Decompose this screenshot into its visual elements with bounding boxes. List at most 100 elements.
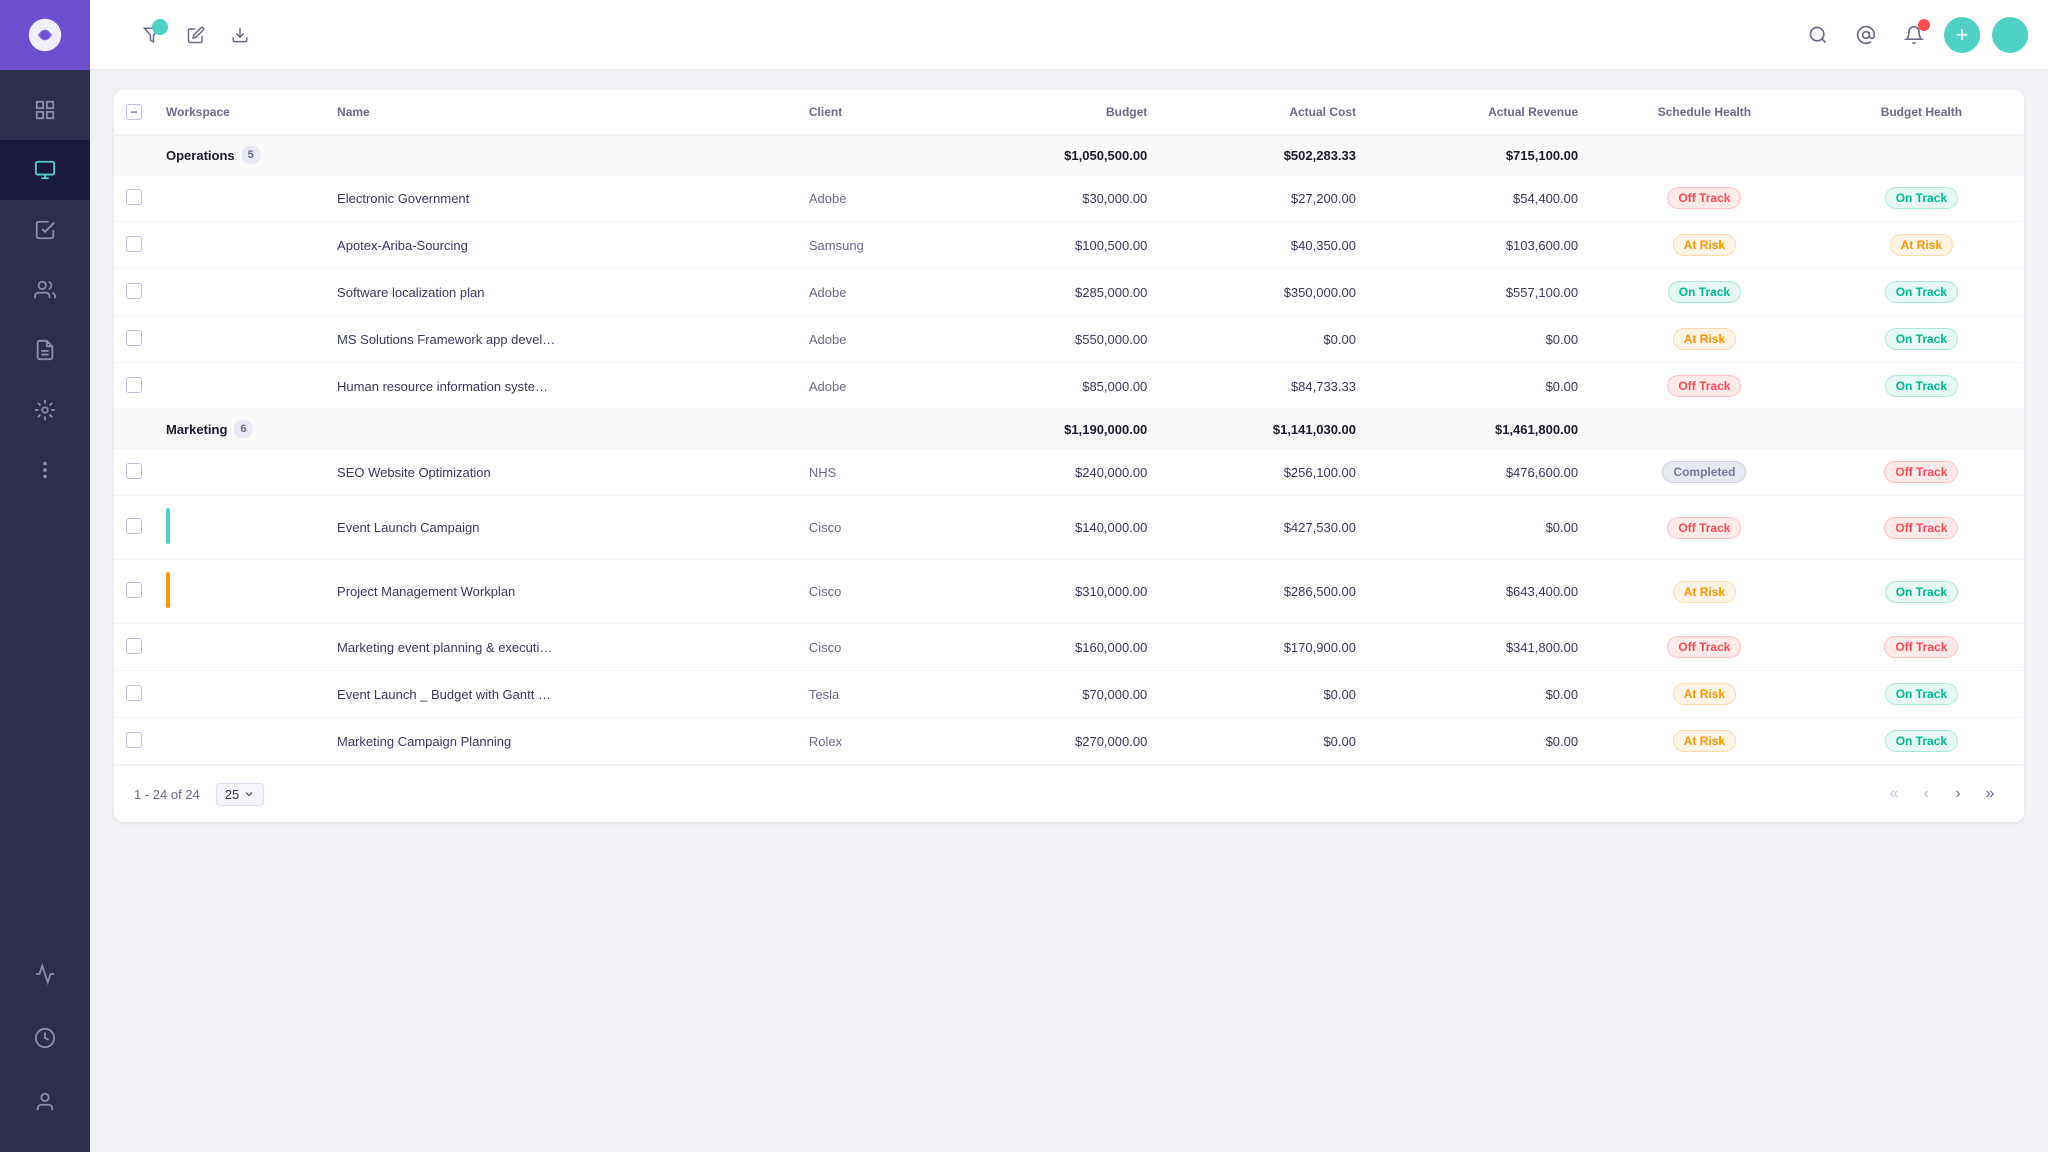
prev-page-button[interactable]: ‹ (1912, 780, 1940, 808)
row-checkbox-cell[interactable] (114, 363, 154, 410)
sidebar-item-projects[interactable] (0, 140, 90, 200)
row-checkbox[interactable] (126, 518, 142, 534)
download-button[interactable] (222, 17, 258, 53)
group-row: Operations 5 $1,050,500.00 $502,283.33 $… (114, 135, 2024, 175)
row-actual-revenue: $0.00 (1368, 316, 1590, 363)
schedule-health-badge: At Risk (1673, 730, 1736, 752)
row-name[interactable]: Software localization plan (325, 269, 797, 316)
row-checkbox-cell[interactable] (114, 269, 154, 316)
row-checkbox[interactable] (126, 377, 142, 393)
schedule-health-badge: On Track (1668, 281, 1741, 303)
row-checkbox-cell[interactable] (114, 496, 154, 560)
schedule-health-badge: At Risk (1673, 234, 1736, 256)
row-checkbox[interactable] (126, 638, 142, 654)
select-all-checkbox[interactable] (126, 104, 142, 120)
row-checkbox-cell[interactable] (114, 222, 154, 269)
budget-health-badge: Off Track (1884, 517, 1958, 539)
row-name[interactable]: Electronic Government (325, 175, 797, 222)
row-workspace (154, 222, 325, 269)
row-actual-cost: $27,200.00 (1159, 175, 1368, 222)
row-actual-revenue: $0.00 (1368, 718, 1590, 765)
table-row: Apotex-Ariba-Sourcing Samsung $100,500.0… (114, 222, 2024, 269)
pagination-controls: « ‹ › » (1880, 780, 2004, 808)
sidebar-item-tasks[interactable] (0, 200, 90, 260)
row-budget-health: On Track (1819, 671, 2024, 718)
sidebar-item-more[interactable] (0, 440, 90, 500)
sidebar-item-analytics[interactable] (0, 944, 90, 1004)
schedule-health-badge: Completed (1662, 461, 1746, 483)
col-actual-cost: Actual Cost (1159, 90, 1368, 135)
row-indicator (166, 572, 170, 608)
row-name[interactable]: Event Launch Campaign (325, 496, 797, 560)
row-name[interactable]: Event Launch _ Budget with Gantt … (325, 671, 797, 718)
table-row: Project Management Workplan Cisco $310,0… (114, 560, 2024, 624)
row-checkbox[interactable] (126, 189, 142, 205)
row-checkbox-cell[interactable] (114, 671, 154, 718)
row-client: Adobe (797, 175, 951, 222)
schedule-health-badge: Off Track (1667, 375, 1741, 397)
row-checkbox[interactable] (126, 463, 142, 479)
row-name[interactable]: Human resource information syste… (325, 363, 797, 410)
select-all-header[interactable] (114, 90, 154, 135)
row-name[interactable]: Marketing Campaign Planning (325, 718, 797, 765)
col-budget: Budget (951, 90, 1160, 135)
search-button[interactable] (1800, 17, 1836, 53)
app-logo[interactable] (0, 0, 90, 70)
row-name[interactable]: SEO Website Optimization (325, 449, 797, 496)
table-row: Marketing Campaign Planning Rolex $270,0… (114, 718, 2024, 765)
sidebar-item-dashboard[interactable] (0, 80, 90, 140)
per-page-select[interactable]: 25 (216, 783, 264, 806)
per-page-value: 25 (225, 787, 239, 802)
group-row: Marketing 6 $1,190,000.00 $1,141,030.00 … (114, 410, 2024, 449)
sidebar (0, 0, 90, 1152)
row-checkbox[interactable] (126, 582, 142, 598)
sidebar-item-integrations[interactable] (0, 380, 90, 440)
row-checkbox-cell[interactable] (114, 449, 154, 496)
row-checkbox[interactable] (126, 732, 142, 748)
avatar[interactable] (1992, 17, 2028, 53)
project-table-container: Workspace Name Client Budget Actual Cost… (114, 90, 2024, 822)
row-indicator (166, 508, 170, 544)
sidebar-item-history[interactable] (0, 1008, 90, 1068)
row-checkbox[interactable] (126, 283, 142, 299)
sidebar-item-team[interactable] (0, 260, 90, 320)
first-page-button[interactable]: « (1880, 780, 1908, 808)
row-checkbox-cell[interactable] (114, 718, 154, 765)
row-actual-cost: $350,000.00 (1159, 269, 1368, 316)
sidebar-item-documents[interactable] (0, 320, 90, 380)
row-checkbox-cell[interactable] (114, 624, 154, 671)
row-client: Cisco (797, 624, 951, 671)
row-budget: $240,000.00 (951, 449, 1160, 496)
row-checkbox[interactable] (126, 330, 142, 346)
group-checkbox-cell (114, 135, 154, 175)
row-name[interactable]: Project Management Workplan (325, 560, 797, 624)
row-name[interactable]: MS Solutions Framework app devel… (325, 316, 797, 363)
budget-health-badge: On Track (1885, 581, 1958, 603)
row-schedule-health: Off Track (1590, 624, 1819, 671)
schedule-health-badge: Off Track (1667, 187, 1741, 209)
add-button[interactable]: + (1944, 17, 1980, 53)
notifications-button[interactable] (1896, 17, 1932, 53)
row-checkbox[interactable] (126, 685, 142, 701)
row-schedule-health: Off Track (1590, 175, 1819, 222)
table-row: MS Solutions Framework app devel… Adobe … (114, 316, 2024, 363)
row-name[interactable]: Apotex-Ariba-Sourcing (325, 222, 797, 269)
group-count: 5 (241, 146, 261, 164)
filter-button[interactable] (134, 17, 170, 53)
group-actual-revenue: $1,461,800.00 (1368, 410, 1590, 449)
row-checkbox-cell[interactable] (114, 316, 154, 363)
row-budget: $85,000.00 (951, 363, 1160, 410)
group-name-cell: Marketing 6 (154, 410, 797, 449)
row-checkbox-cell[interactable] (114, 560, 154, 624)
row-checkbox[interactable] (126, 236, 142, 252)
row-actual-cost: $0.00 (1159, 316, 1368, 363)
edit-button[interactable] (178, 17, 214, 53)
row-name[interactable]: Marketing event planning & executi… (325, 624, 797, 671)
last-page-button[interactable]: » (1976, 780, 2004, 808)
mention-button[interactable] (1848, 17, 1884, 53)
sidebar-item-users[interactable] (0, 1072, 90, 1132)
row-checkbox-cell[interactable] (114, 175, 154, 222)
row-client: Adobe (797, 363, 951, 410)
row-schedule-health: At Risk (1590, 316, 1819, 363)
next-page-button[interactable]: › (1944, 780, 1972, 808)
